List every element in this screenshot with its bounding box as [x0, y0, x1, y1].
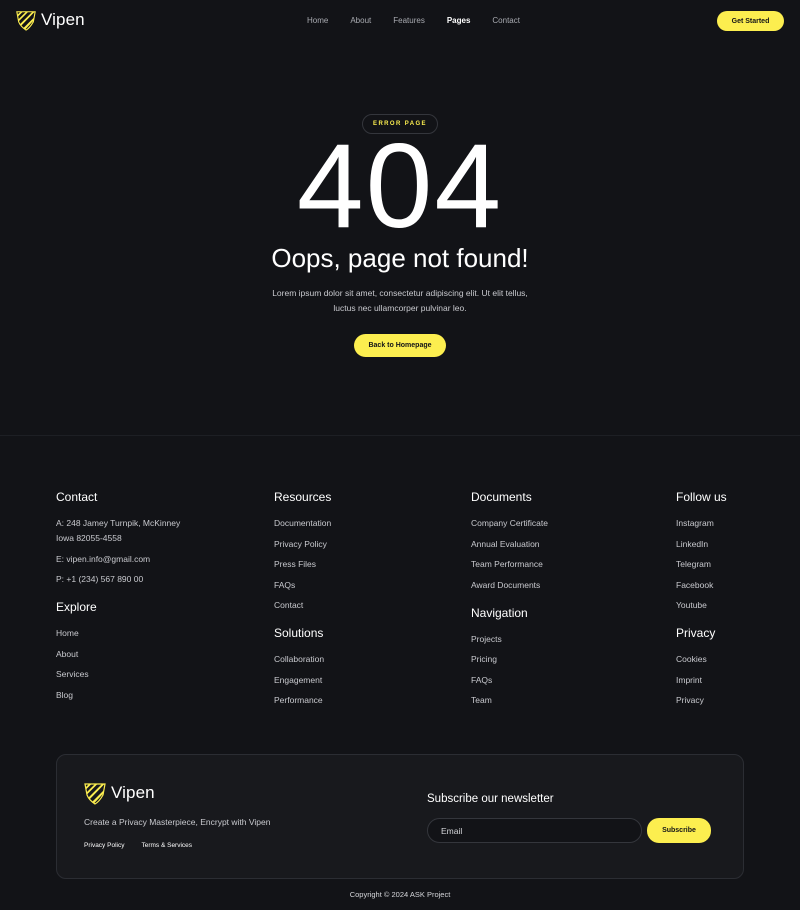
navigation-heading: Navigation	[471, 605, 528, 620]
contact-address-line2: Iowa 82055-4558	[56, 533, 122, 543]
legal-links: Privacy Policy Terms & Services	[84, 842, 192, 849]
main-nav: Home About Features Pages Contact	[307, 16, 542, 26]
shield-stripes-logo-icon	[84, 783, 106, 805]
privacy-policy-link[interactable]: Privacy Policy	[84, 842, 124, 849]
explore-heading: Explore	[56, 600, 97, 614]
solutions-link-engagement[interactable]: Engagement	[274, 675, 331, 685]
page-title: Oops, page not found!	[271, 243, 529, 273]
footer-col-follow: Follow us Instagram LinkedIn Telegram Fa…	[676, 490, 727, 705]
resources-link-privacy-policy[interactable]: Privacy Policy	[274, 539, 331, 549]
documents-link-company-certificate[interactable]: Company Certificate	[471, 518, 548, 528]
section-divider	[0, 435, 800, 436]
card-logo-link[interactable]: Vipen	[83, 781, 155, 805]
solutions-heading: Solutions	[274, 626, 324, 640]
copyright-text: Copyright © 2024 ASK Project	[349, 890, 451, 899]
privacy-link-privacy[interactable]: Privacy	[676, 695, 727, 705]
newsletter-heading: Subscribe our newsletter	[427, 793, 554, 805]
follow-link-telegram[interactable]: Telegram	[676, 559, 727, 569]
privacy-link-imprint[interactable]: Imprint	[676, 675, 727, 685]
contact-phone-link[interactable]: P: +1 (234) 567 890 00	[56, 574, 180, 584]
newsletter-card: Vipen Create a Privacy Masterpiece, Encr…	[56, 754, 744, 879]
nav-about[interactable]: About	[350, 16, 371, 26]
shield-stripes-logo-icon	[16, 11, 36, 31]
solutions-link-performance[interactable]: Performance	[274, 695, 331, 705]
footer-col-documents: Documents Company Certificate Annual Eva…	[471, 490, 548, 705]
documents-link-team-performance[interactable]: Team Performance	[471, 559, 548, 569]
explore-link-services[interactable]: Services	[56, 669, 180, 679]
footer-col-resources: Resources Documentation Privacy Policy P…	[274, 490, 331, 705]
newsletter-email-input[interactable]	[427, 818, 642, 843]
brand-tagline: Create a Privacy Masterpiece, Encrypt wi…	[84, 817, 271, 827]
card-brand-name: Vipen	[111, 783, 155, 802]
resources-link-faqs[interactable]: FAQs	[274, 580, 331, 590]
nav-contact[interactable]: Contact	[492, 16, 520, 26]
explore-link-blog[interactable]: Blog	[56, 690, 180, 700]
resources-link-documentation[interactable]: Documentation	[274, 518, 331, 528]
hero-description: Lorem ipsum dolor sit amet, consectetur …	[272, 288, 528, 313]
resources-link-contact[interactable]: Contact	[274, 600, 331, 610]
get-started-button[interactable]: Get Started	[717, 11, 784, 31]
documents-link-award-documents[interactable]: Award Documents	[471, 580, 548, 590]
privacy-link-cookies[interactable]: Cookies	[676, 654, 727, 664]
explore-link-about[interactable]: About	[56, 649, 180, 659]
contact-address-line1: A: 248 Jamey Turnpik, McKinney	[56, 518, 181, 528]
contact-heading: Contact	[56, 490, 98, 504]
follow-link-instagram[interactable]: Instagram	[676, 518, 727, 528]
terms-services-link[interactable]: Terms & Services	[141, 842, 192, 849]
follow-heading: Follow us	[676, 490, 727, 504]
explore-link-home[interactable]: Home	[56, 628, 180, 638]
contact-email-link[interactable]: E: vipen.info@gmail.com	[56, 554, 180, 564]
navigation-link-projects[interactable]: Projects	[471, 634, 548, 644]
navigation-link-team[interactable]: Team	[471, 695, 548, 705]
documents-link-annual-evaluation[interactable]: Annual Evaluation	[471, 539, 548, 549]
logo-link[interactable]: Vipen	[15, 9, 85, 31]
error-code: 404	[296, 119, 504, 253]
follow-link-linkedin[interactable]: LinkedIn	[676, 539, 727, 549]
resources-link-press-files[interactable]: Press Files	[274, 559, 331, 569]
follow-link-facebook[interactable]: Facebook	[676, 580, 727, 590]
follow-link-youtube[interactable]: Youtube	[676, 600, 727, 610]
navigation-link-pricing[interactable]: Pricing	[471, 654, 548, 664]
subscribe-button[interactable]: Subscribe	[647, 818, 711, 843]
back-to-homepage-button[interactable]: Back to Homepage	[354, 334, 446, 357]
footer-col-contact: Contact A: 248 Jamey Turnpik, McKinney I…	[56, 490, 180, 700]
navigation-link-faqs[interactable]: FAQs	[471, 675, 548, 685]
documents-heading: Documents	[471, 490, 532, 504]
solutions-link-collaboration[interactable]: Collaboration	[274, 654, 331, 664]
brand-name: Vipen	[41, 10, 85, 29]
privacy-heading: Privacy	[676, 626, 716, 640]
nav-pages[interactable]: Pages	[447, 16, 471, 26]
nav-home[interactable]: Home	[307, 16, 328, 26]
nav-features[interactable]: Features	[393, 16, 425, 26]
resources-heading: Resources	[274, 490, 332, 504]
site-header: Vipen Home About Features Pages Contact …	[0, 0, 800, 42]
